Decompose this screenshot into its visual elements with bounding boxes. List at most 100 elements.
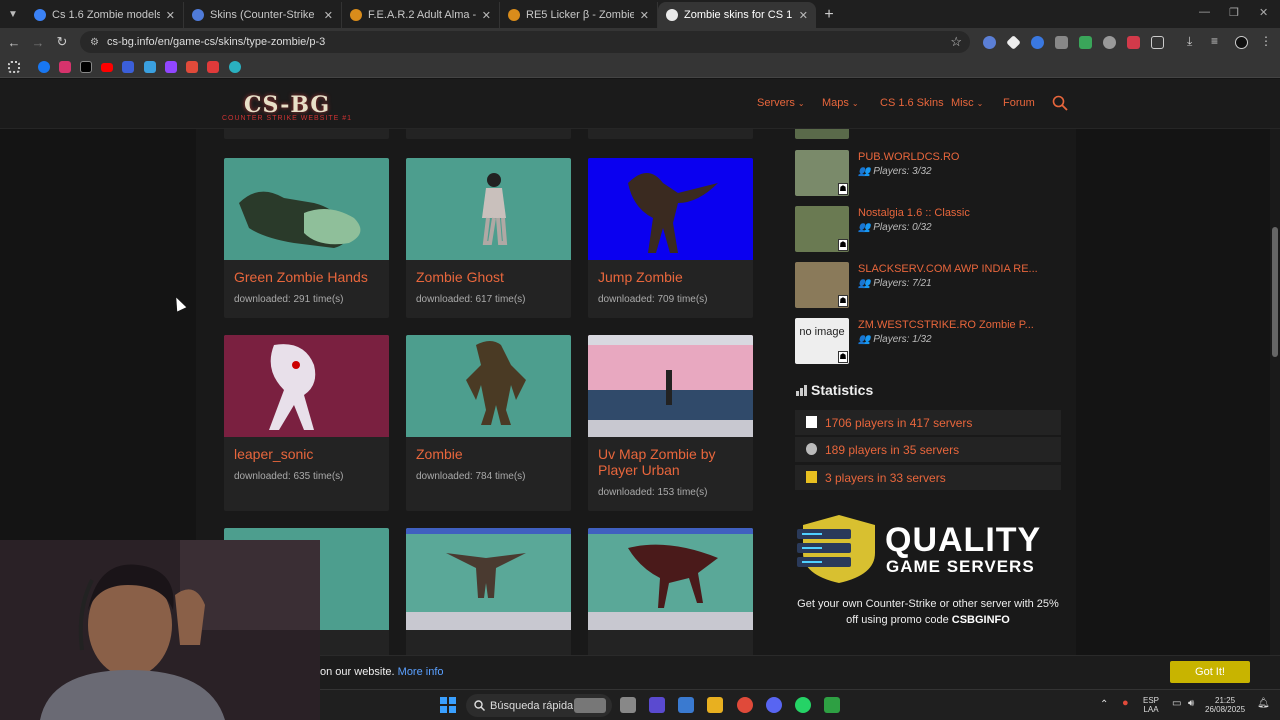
skin-title[interactable]: leaper_sonic bbox=[234, 446, 384, 462]
new-tab-plus-icon[interactable]: + bbox=[816, 2, 842, 28]
tab-search-chevron-icon[interactable]: ▼ bbox=[0, 0, 26, 28]
bookmark-icon[interactable] bbox=[186, 61, 198, 73]
skin-card[interactable]: Zombie Ghost downloaded: 617 time(s) bbox=[406, 158, 571, 318]
extensions-puzzle-icon[interactable] bbox=[1151, 36, 1164, 49]
whatsapp-icon[interactable] bbox=[795, 697, 811, 713]
server-name[interactable]: Nostalgia 1.6 :: Classic bbox=[858, 207, 970, 219]
nav-forum[interactable]: Forum bbox=[1003, 97, 1035, 109]
close-icon[interactable]: ✕ bbox=[640, 9, 649, 22]
skin-card[interactable]: Jump Zombie downloaded: 709 time(s) bbox=[588, 158, 753, 318]
tray-chevron-up-icon[interactable]: ⌃ bbox=[1100, 700, 1108, 710]
file-explorer-icon[interactable] bbox=[707, 697, 723, 713]
language-indicator[interactable]: ESP LAA bbox=[1143, 696, 1159, 714]
facebook-icon[interactable] bbox=[38, 61, 50, 73]
nav-maps[interactable]: Maps ⌄ bbox=[822, 97, 859, 109]
back-arrow-icon[interactable]: ← bbox=[2, 35, 26, 50]
stat-row[interactable]: 189 players in 35 servers bbox=[795, 437, 1061, 462]
site-logo[interactable]: CS-BG COUNTER STRIKE WEBSITE #1 bbox=[222, 84, 352, 124]
skin-card[interactable]: Zombie downloaded: 784 time(s) bbox=[406, 335, 571, 511]
notification-bell-icon[interactable]: 🔔︎ bbox=[1257, 699, 1270, 709]
extension-icon[interactable] bbox=[1055, 36, 1068, 49]
taskbar-search-input[interactable]: Búsqueda rápida bbox=[466, 694, 612, 717]
extension-icon[interactable] bbox=[983, 36, 996, 49]
instagram-icon[interactable] bbox=[59, 61, 71, 73]
stat-row[interactable]: 3 players in 33 servers bbox=[795, 465, 1061, 490]
profile-avatar-icon[interactable] bbox=[1235, 36, 1248, 49]
forward-arrow-icon[interactable]: → bbox=[26, 35, 50, 50]
skin-thumbnail[interactable] bbox=[588, 335, 753, 437]
server-item[interactable]: ☗ PUB.WORLDCS.RO 👥 Players: 3/32 bbox=[795, 150, 1065, 196]
skin-title[interactable]: Jump Zombie bbox=[598, 269, 748, 285]
tab-2[interactable]: F.E.A.R.2 Adult Alma - Zombies ✕ bbox=[342, 2, 500, 28]
server-item[interactable]: ☗ Nostalgia 1.6 :: Classic 👥 Players: 0/… bbox=[795, 206, 1065, 252]
nav-servers[interactable]: Servers ⌄ bbox=[757, 97, 805, 109]
server-name[interactable]: SLACKSERV.COM AWP INDIA RE... bbox=[858, 263, 1038, 275]
x-twitter-icon[interactable] bbox=[80, 61, 92, 73]
skin-thumbnail[interactable] bbox=[406, 158, 571, 260]
tab-3[interactable]: RE5 Licker β - Zombies - Counter ✕ bbox=[500, 2, 658, 28]
search-icon[interactable] bbox=[1052, 95, 1068, 111]
app-icon[interactable] bbox=[649, 697, 665, 713]
minimize-icon[interactable]: — bbox=[1199, 6, 1210, 18]
network-icon[interactable]: ▭ bbox=[1172, 699, 1181, 709]
quality-servers-ad[interactable]: QUALITY GAME SERVERS Get your own Counte… bbox=[795, 509, 1065, 639]
url-input[interactable]: ⚙ cs-bg.info/en/game-cs/skins/type-zombi… bbox=[80, 31, 970, 53]
tab-4-active[interactable]: Zombie skins for CS 1.6 • CS-bg ✕ bbox=[658, 2, 816, 28]
windows-start-icon[interactable] bbox=[440, 697, 456, 713]
close-icon[interactable]: ✕ bbox=[799, 9, 808, 22]
clock[interactable]: 21:25 26/08/2025 bbox=[1205, 696, 1245, 714]
skin-thumbnail[interactable] bbox=[588, 528, 753, 630]
window-close-icon[interactable]: ✕ bbox=[1259, 6, 1268, 19]
stat-text[interactable]: 189 players in 35 servers bbox=[825, 443, 959, 457]
store-icon[interactable] bbox=[678, 697, 694, 713]
server-item[interactable]: ☗ SLACKSERV.COM AWP INDIA RE... 👥 Player… bbox=[795, 262, 1065, 308]
reload-icon[interactable]: ↻ bbox=[50, 34, 74, 50]
extension-icon[interactable] bbox=[1103, 36, 1116, 49]
skin-thumbnail[interactable] bbox=[224, 158, 389, 260]
menu-kebab-icon[interactable]: ⋮ bbox=[1260, 34, 1273, 48]
volume-icon[interactable]: 🔊︎ bbox=[1188, 699, 1194, 709]
skin-title[interactable]: Zombie bbox=[416, 446, 566, 462]
skin-title[interactable]: Zombie Ghost bbox=[416, 269, 566, 285]
site-info-icon[interactable]: ⚙ bbox=[90, 37, 99, 48]
tab-0[interactable]: Cs 1.6 Zombie models - Buscar ✕ bbox=[26, 2, 184, 28]
close-icon[interactable]: ✕ bbox=[324, 9, 333, 22]
extension-icon[interactable] bbox=[1079, 36, 1092, 49]
bookmark-icon[interactable] bbox=[229, 61, 241, 73]
pocket-icon[interactable] bbox=[207, 61, 219, 73]
nav-misc[interactable]: Misc ⌄ bbox=[951, 97, 983, 109]
twitch-icon[interactable] bbox=[165, 61, 177, 73]
stat-text[interactable]: 3 players in 33 servers bbox=[825, 471, 946, 485]
skin-card[interactable] bbox=[588, 528, 753, 668]
server-item[interactable]: no image ☗ ZM.WESTCSTRIKE.RO Zombie P... … bbox=[795, 318, 1065, 364]
bookmark-icon[interactable] bbox=[144, 61, 156, 73]
more-info-link[interactable]: More info bbox=[398, 666, 444, 678]
app-icon[interactable] bbox=[824, 697, 840, 713]
skin-title[interactable]: Uv Map Zombie by Player Urban bbox=[598, 446, 748, 478]
media-list-icon[interactable]: ≡ bbox=[1211, 34, 1224, 48]
page-scrollbar[interactable] bbox=[1270, 82, 1280, 688]
tab-1[interactable]: Skins (Counter-Strike 1.6) > Other ✕ bbox=[184, 2, 342, 28]
stat-text[interactable]: 1706 players in 417 servers bbox=[825, 416, 972, 430]
skin-thumbnail[interactable] bbox=[406, 335, 571, 437]
nav-skins[interactable]: CS 1.6 Skins bbox=[880, 97, 944, 109]
server-name[interactable]: PUB.WORLDCS.RO bbox=[858, 151, 959, 163]
extension-icon[interactable] bbox=[1031, 36, 1044, 49]
bookmark-icon[interactable] bbox=[122, 61, 134, 73]
stat-row[interactable]: 1706 players in 417 servers bbox=[795, 410, 1061, 435]
skin-card[interactable] bbox=[406, 528, 571, 668]
download-icon[interactable]: ⤓ bbox=[1187, 34, 1200, 48]
extension-icon[interactable] bbox=[1127, 36, 1140, 49]
skin-thumbnail[interactable] bbox=[588, 158, 753, 260]
bookmark-star-icon[interactable]: ☆ bbox=[950, 34, 962, 50]
chrome-icon[interactable] bbox=[737, 697, 753, 713]
microphone-icon[interactable]: ● bbox=[1122, 698, 1129, 709]
discord-icon[interactable] bbox=[766, 697, 782, 713]
extension-icon[interactable] bbox=[1006, 35, 1021, 50]
skin-title[interactable]: Green Zombie Hands bbox=[234, 269, 384, 285]
skin-card[interactable]: Uv Map Zombie by Player Urban downloaded… bbox=[588, 335, 753, 511]
got-it-button[interactable]: Got It! bbox=[1170, 661, 1250, 683]
skin-card[interactable]: leaper_sonic downloaded: 635 time(s) bbox=[224, 335, 389, 511]
close-icon[interactable]: ✕ bbox=[482, 9, 491, 22]
skin-card[interactable]: Green Zombie Hands downloaded: 291 time(… bbox=[224, 158, 389, 318]
